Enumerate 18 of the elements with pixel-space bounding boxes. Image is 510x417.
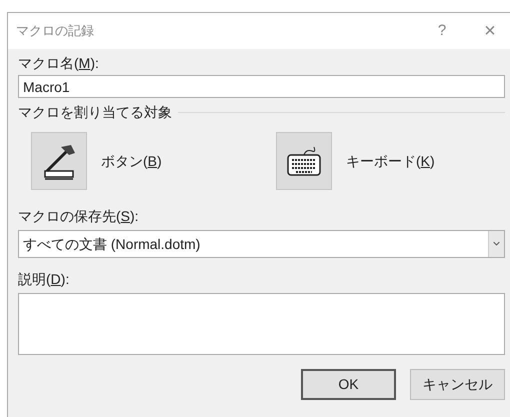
window-title: マクロの記録 [16, 22, 95, 40]
chevron-down-icon [488, 231, 504, 257]
keyboard-button[interactable] [276, 132, 332, 190]
description-label: 説明(D): [18, 271, 70, 287]
macro-name-label: マクロ名(M): [18, 54, 99, 73]
ok-button[interactable]: OK [301, 369, 396, 400]
close-button[interactable]: × [478, 16, 502, 46]
option-label: ボタン(B) [101, 152, 162, 171]
store-in-dropdown[interactable]: すべての文書 (Normal.dotm) [18, 230, 505, 258]
dropdown-value: すべての文書 (Normal.dotm) [23, 234, 202, 254]
description-field[interactable] [18, 293, 505, 355]
cancel-button[interactable]: キャンセル [410, 369, 505, 400]
macro-name-field[interactable]: Macro1 [18, 75, 505, 98]
assign-section-title: マクロを割り当てる対象 [18, 103, 172, 122]
help-button[interactable]: ? [430, 20, 454, 42]
store-in-label: マクロの保存先(S): [18, 208, 139, 224]
option-label: キーボード(K) [346, 152, 435, 171]
button-assign-button[interactable] [31, 132, 87, 190]
